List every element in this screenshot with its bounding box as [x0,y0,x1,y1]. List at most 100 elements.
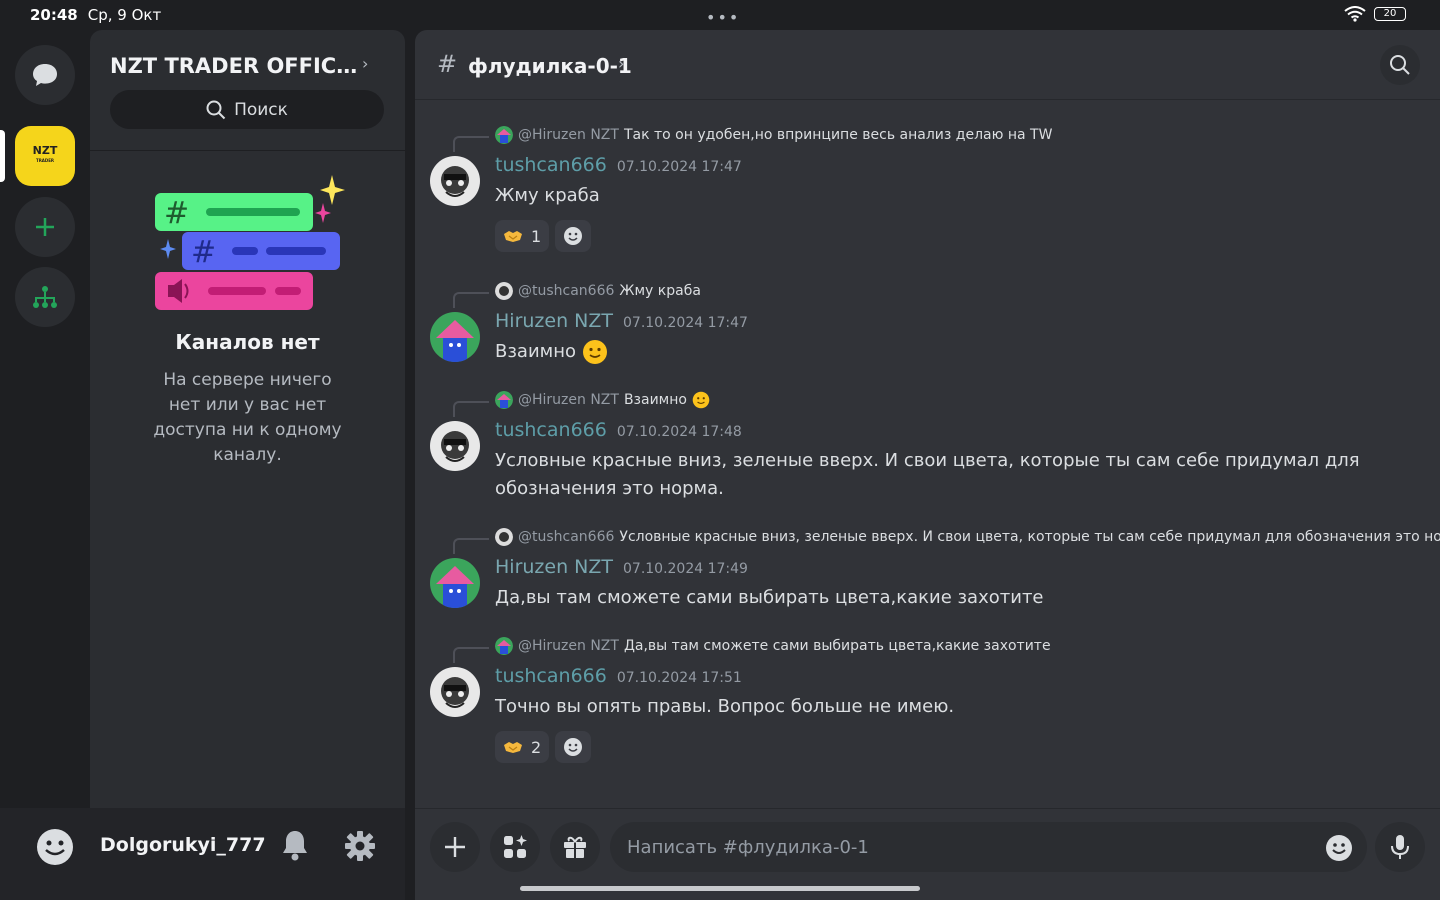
author-name[interactable]: tushcan666 [495,665,607,687]
svg-text:#: # [191,235,216,270]
empty-state-text: На сервере ничего нет или у вас нет дост… [153,370,342,465]
microphone-icon [1391,835,1409,859]
search-icon [206,100,226,119]
more-dots-icon[interactable]: ••• [706,8,740,27]
attach-button[interactable] [430,822,480,872]
username[interactable]: Dolgorukyi_777 [100,834,266,856]
emoji-picker-icon[interactable] [1325,834,1353,862]
reply-mention: @Hiruzen NZT [518,392,619,408]
plus-icon [36,218,54,236]
chat-header: # флудилка-0-1 › [415,30,1440,100]
reply-avatar [495,126,513,144]
avatar[interactable] [430,558,480,608]
reply-mention: @Hiruzen NZT [518,638,619,654]
hierarchy-icon [33,286,57,308]
server-nzt-trader[interactable]: NZT TRADER [15,126,75,186]
user-panel: Dolgorukyi_777 [0,808,405,900]
smiley-icon [564,738,583,756]
apps-icon [504,835,527,858]
reply-preview[interactable]: @Hiruzen NZT Да,вы там сможете сами выби… [495,637,1051,655]
wifi-icon [1344,6,1366,22]
server-name[interactable]: NZT TRADER OFFICIA... [110,54,360,78]
server-logo-sub: TRADER [35,158,55,163]
gear-icon[interactable] [344,830,376,862]
status-date: Ср, 9 Окт [87,6,162,24]
reaction-handshake[interactable]: 1 [495,220,550,252]
timestamp: 07.10.2024 17:49 [623,561,748,577]
no-channels-illustration: # # [155,175,345,310]
avatar[interactable] [430,156,480,206]
author-name[interactable]: Hiruzen NZT [495,556,613,578]
reply-connector [453,538,489,554]
reply-avatar [495,637,513,655]
message-text: Условные красные вниз, зеленые вверх. И … [495,450,1360,499]
message-input[interactable]: Написать #флудилка-0-1 [610,822,1367,872]
author-name[interactable]: tushcan666 [495,154,607,176]
discover-button[interactable] [15,267,75,327]
timestamp: 07.10.2024 17:47 [623,315,748,331]
handshake-icon [504,231,522,242]
author-name[interactable]: tushcan666 [495,419,607,441]
search-icon [1390,55,1410,75]
divider [90,150,405,151]
search-button[interactable]: Поиск [110,90,384,129]
message-text: Точно вы опять правы. Вопрос больше не и… [495,696,955,717]
add-reaction-button[interactable] [555,220,592,252]
message-text: Жму краба [495,185,600,206]
reply-connector [453,647,489,663]
voice-message-button[interactable] [1375,822,1425,872]
channel-hash-icon: # [437,50,458,78]
apps-button[interactable] [490,822,540,872]
reply-text: Взаимно [623,392,687,408]
timestamp: 07.10.2024 17:48 [616,424,742,440]
channel-panel: NZT TRADER OFFICIA... › Поиск # # Канало… [90,30,405,808]
timestamp: 07.10.2024 17:47 [616,159,742,175]
add-server-button[interactable] [15,197,75,257]
slightly-smiling-emoji-icon [583,340,608,364]
reaction-handshake[interactable]: 2 [495,731,550,763]
slightly-smiling-emoji-icon [692,391,710,409]
reply-text: Жму краба [619,283,701,299]
author-name[interactable]: Hiruzen NZT [495,310,613,332]
chat-area: # флудилка-0-1 › @Hiruzen NZT Так то он … [415,30,1440,900]
avatar[interactable] [430,421,480,471]
reply-mention: @Hiruzen NZT [518,127,619,143]
reply-text: Условные красные вниз, зеленые вверх. И … [619,529,1440,545]
server-rail: NZT TRADER [0,30,90,808]
search-label: Поиск [234,99,288,120]
message-text: Да,вы там сможете сами выбирать цвета,ка… [495,587,1044,608]
reply-connector [453,401,489,417]
reply-text: Да,вы там сможете сами выбирать цвета,ка… [623,638,1051,654]
direct-messages-button[interactable] [15,45,75,105]
reply-mention: @tushcan666 [518,283,615,299]
add-reaction-button[interactable] [555,731,592,763]
chevron-right-icon[interactable]: › [362,54,368,73]
avatar[interactable] [430,667,480,717]
reply-avatar [495,528,513,546]
timestamp: 07.10.2024 17:51 [616,670,742,686]
message-text: Взаимно [495,341,577,362]
reply-preview[interactable]: @tushcan666 Условные красные вниз, зелен… [495,528,1440,546]
gift-button[interactable] [550,822,600,872]
chat-bubble-icon [33,64,57,86]
handshake-icon [504,742,522,753]
reply-preview[interactable]: @Hiruzen NZT Так то он удобен,но впринци… [495,126,1052,144]
svg-text:#: # [164,196,189,231]
reply-preview[interactable]: @tushcan666 Жму краба [495,282,701,300]
bell-icon[interactable] [280,828,310,862]
reply-preview[interactable]: @Hiruzen NZT Взаимно [495,391,710,409]
status-time: 20:48 [30,6,78,24]
reply-avatar [495,391,513,409]
message-input-placeholder: Написать #флудилка-0-1 [627,836,869,858]
empty-state-title: Каналов нет [175,330,320,354]
reply-text: Так то он удобен,но впринципе весь анали… [623,127,1053,143]
channel-title[interactable]: флудилка-0-1 [468,54,632,78]
chevron-right-icon[interactable]: › [618,54,624,73]
avatar[interactable] [430,312,480,362]
battery-indicator: 20 [1374,7,1406,21]
search-button[interactable] [1380,45,1420,85]
reaction-count: 2 [531,737,542,757]
reply-avatar [495,282,513,300]
home-indicator[interactable] [520,886,920,891]
user-avatar[interactable] [36,828,74,866]
